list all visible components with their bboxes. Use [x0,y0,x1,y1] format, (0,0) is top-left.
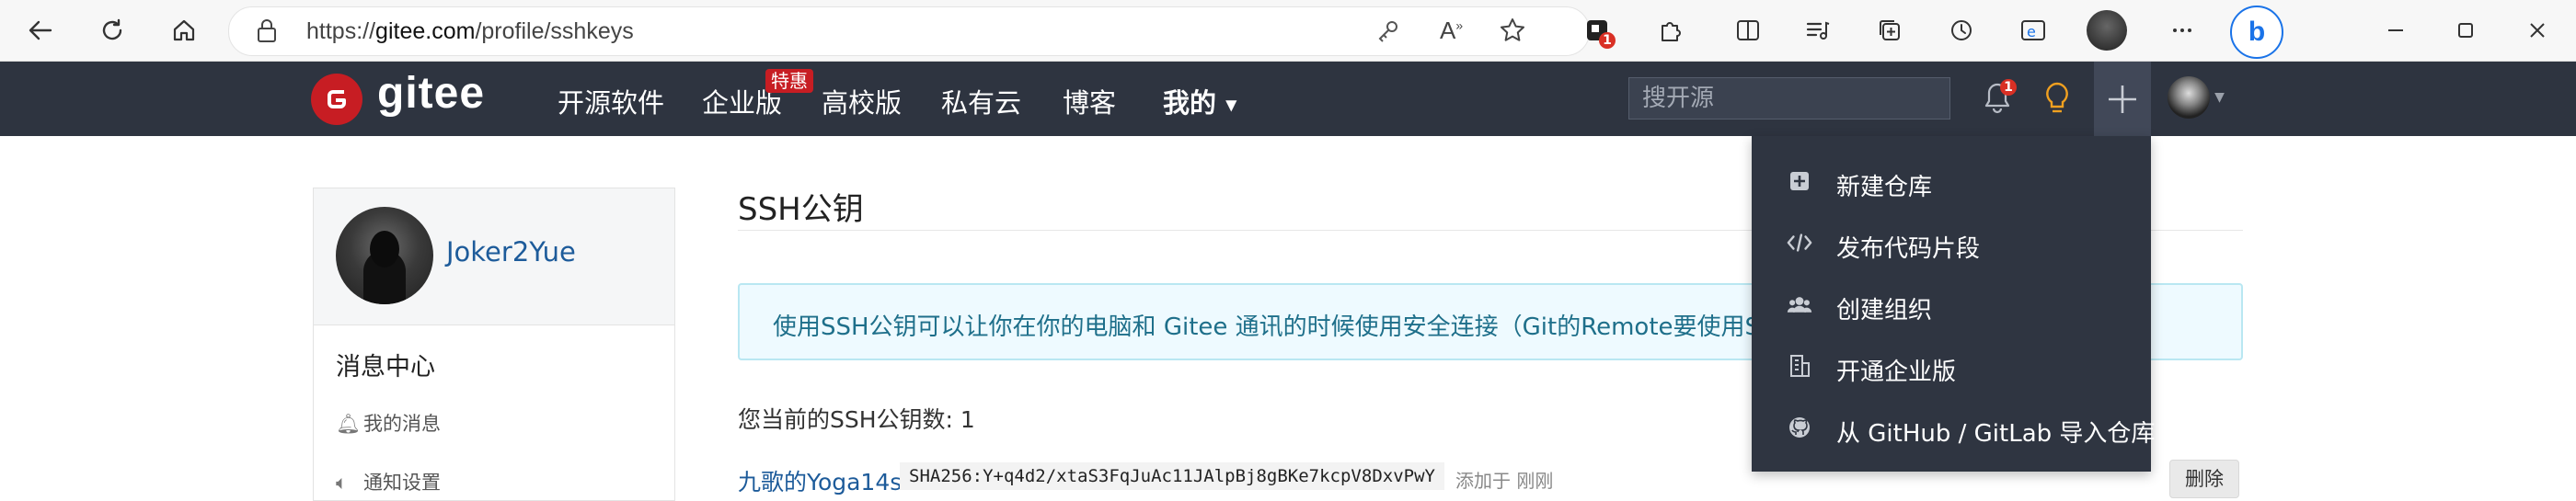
maximize-icon[interactable] [2447,12,2484,49]
code-icon [1787,230,1812,256]
info-alert-text: 使用SSH公钥可以让你在你的电脑和 Gitee 通讯的时候使用安全连接（Git的… [773,313,1866,341]
nav-open-source[interactable]: 开源软件 [558,82,664,120]
github-icon [1787,415,1812,440]
bell-badge: 1 [2000,79,2017,96]
create-plus-button[interactable] [2094,62,2151,136]
sidebar-item-notification-settings[interactable]: 🔈︎ 通知设置 [336,468,441,495]
nav-blog[interactable]: 博客 [1063,82,1116,120]
message-center-title: 消息中心 [336,353,435,381]
address-bar[interactable]: https://gitee.com/profile/sshkeys A» [228,6,1590,56]
user-avatar-menu[interactable]: ▼ [2168,76,2225,119]
svg-text:e: e [2027,23,2036,40]
history-icon[interactable] [1943,12,1980,49]
playlist-icon[interactable] [1800,12,1836,49]
puzzle-icon[interactable] [1652,12,1689,49]
plus-icon [2109,85,2136,113]
menu-item-enterprise[interactable]: 开通企业版 [1752,335,2151,396]
ssh-key-added-time: 添加于 刚刚 [1455,470,1554,492]
profile-avatar[interactable] [2087,10,2127,51]
avatar [2168,76,2210,119]
page-title: SSH公钥 [738,191,864,228]
search-input[interactable]: 搜开源 [1628,77,1950,120]
bell-small-icon: 🔔︎ [336,413,361,435]
chevron-down-icon: ▼ [1225,96,1237,114]
building-icon [1787,353,1812,379]
sidebar-item-my-messages[interactable]: 🔔︎ 我的消息 [336,409,441,437]
menu-item-new-repo[interactable]: 新建仓库 [1752,150,2151,211]
extension-badge: 1 [1599,32,1616,49]
extension-icon[interactable]: 1 [1579,12,1616,49]
browser-toolbar: https://gitee.com/profile/sshkeys A» 1 e… [0,0,2576,62]
menu-item-import-repo[interactable]: 从 GitHub / GitLab 导入仓库 [1752,396,2155,458]
bing-icon[interactable]: b [2230,6,2283,59]
site-header: gitee 开源软件 企业版 特惠 高校版 私有云 博客 我的 ▼ 搜开源 1 … [0,62,2576,136]
menu-item-label: 开通企业版 [1836,359,1957,386]
ie-mode-icon[interactable]: e [2015,12,2052,49]
gitee-logo-icon[interactable] [311,74,362,125]
ssh-key-count: 您当前的SSH公钥数: 1 [738,406,975,433]
refresh-icon[interactable] [94,12,131,49]
avatar-chevron-icon: ▼ [2214,90,2225,105]
speaker-icon: 🔈︎ [336,472,348,494]
sidebar-item-label: 通知设置 [363,472,441,494]
collections-icon[interactable] [1871,12,1908,49]
gitee-logo-text[interactable]: gitee [377,68,485,119]
nav-education[interactable]: 高校版 [822,82,902,120]
nav-mine[interactable]: 我的 ▼ [1163,82,1236,120]
more-icon[interactable] [2164,12,2201,49]
bell-icon[interactable]: 1 [1982,79,2017,120]
close-window-icon[interactable] [2519,12,2556,49]
delete-key-button[interactable]: 删除 [2169,460,2239,498]
nav-private-cloud[interactable]: 私有云 [941,82,1021,120]
minimize-icon[interactable] [2377,12,2414,49]
menu-item-create-org[interactable]: 创建组织 [1752,273,2151,335]
favorite-star-icon[interactable] [1499,17,1526,48]
profile-card: Joker2Yue [314,188,674,325]
back-icon[interactable] [22,12,59,49]
menu-item-publish-snippet[interactable]: 发布代码片段 [1752,211,2151,273]
menu-item-label: 创建组织 [1836,297,1933,325]
create-dropdown-menu: 新建仓库 发布代码片段 创建组织 开通企业版 从 GitHub / GitLab… [1752,136,2155,472]
nav-mine-label: 我的 [1163,87,1217,119]
profile-username[interactable]: Joker2Yue [446,236,576,268]
home-icon[interactable] [166,12,202,49]
profile-sidebar: Joker2Yue 消息中心 🔔︎ 我的消息 🔈︎ 通知设置 [313,188,675,501]
key-icon[interactable] [1375,18,1401,48]
ssh-key-name[interactable]: 九歌的Yoga14s [738,464,902,497]
profile-avatar-large[interactable] [336,207,433,304]
menu-item-label: 从 GitHub / GitLab 导入仓库 [1836,420,2156,448]
menu-item-label: 发布代码片段 [1836,235,1981,263]
users-icon [1787,291,1812,317]
ssh-key-fingerprint: SHA256:Y+q4d2/xtaS3FqJuAc11JAlpBj8gBKe7k… [900,462,1444,490]
sidebar-item-label: 我的消息 [363,413,441,435]
url-text[interactable]: https://gitee.com/profile/sshkeys [306,18,634,45]
promo-badge: 特惠 [765,69,813,93]
plus-square-icon [1787,168,1812,194]
menu-item-label: 新建仓库 [1836,174,1933,201]
split-screen-icon[interactable] [1730,12,1766,49]
read-aloud-icon[interactable]: A» [1440,17,1463,45]
lightbulb-icon[interactable] [2041,80,2074,120]
lock-icon[interactable] [255,18,279,48]
